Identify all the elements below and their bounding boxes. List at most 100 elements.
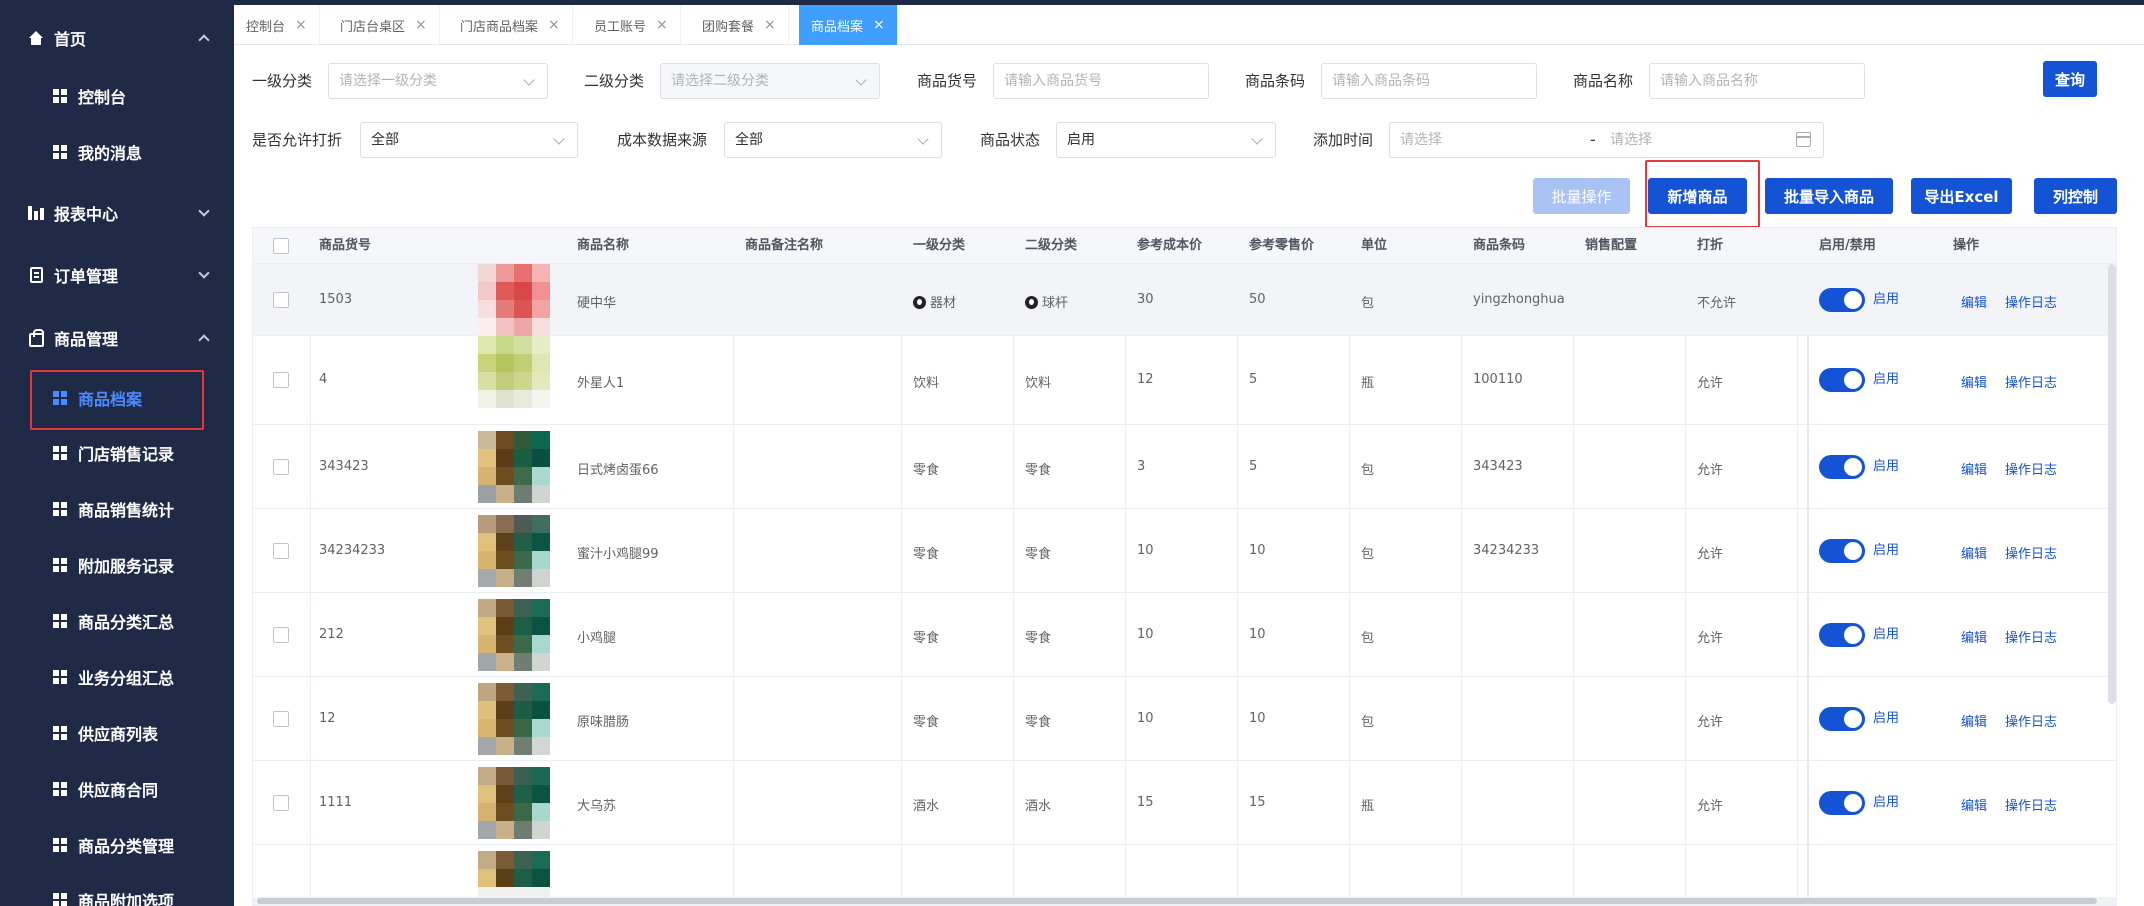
close-icon[interactable]: × (415, 17, 427, 33)
sidebar-item-supplier-contracts[interactable]: 供应商合同 (0, 769, 234, 809)
sidebar-item-group-summary[interactable]: 业务分组汇总 (0, 657, 234, 697)
add-time-start[interactable]: 请选择 (1400, 132, 1442, 148)
sidebar-item-category-management[interactable]: 商品分类管理 (0, 825, 234, 865)
tab-product-archive[interactable]: 商品档案 × (799, 5, 898, 45)
table-row[interactable]: 4 外星人1 饮料 饮料 12 5 瓶 100110 允许 启用 编辑 操作日志 (253, 336, 2116, 425)
row-checkbox[interactable] (273, 711, 289, 727)
enable-toggle[interactable] (1819, 455, 1865, 479)
sidebar-item-addon-options[interactable]: 商品附加选项 (0, 880, 234, 906)
export-excel-button[interactable]: 导出Excel (1911, 178, 2012, 214)
header-cat1[interactable]: 一级分类 (913, 228, 965, 264)
enable-toggle[interactable] (1819, 288, 1865, 312)
table-row[interactable]: 343423 日式烤卤蛋66 零食 零食 3 5 包 343423 允许 启用 … (253, 425, 2116, 509)
sidebar-item-category-summary[interactable]: 商品分类汇总 (0, 601, 234, 641)
sidebar-group-orders[interactable]: 订单管理 (0, 255, 234, 295)
category2-select[interactable]: 请选择二级分类 (660, 63, 880, 99)
header-barcode[interactable]: 商品条码 (1473, 228, 1525, 264)
row-checkbox[interactable] (273, 372, 289, 388)
sidebar-group-reports[interactable]: 报表中心 (0, 193, 234, 233)
tab-dashboard[interactable]: 控制台 × (234, 5, 320, 45)
enable-toggle[interactable] (1819, 539, 1865, 563)
edit-link[interactable]: 编辑 (1961, 372, 1987, 391)
discount-select[interactable]: 全部 (360, 122, 578, 158)
enable-toggle[interactable] (1819, 791, 1865, 815)
tab-group-packages[interactable]: 团购套餐 × (690, 5, 789, 45)
enable-toggle-label: 启用 (1873, 627, 1900, 642)
name-input[interactable]: 请输入商品名称 (1649, 63, 1865, 99)
sidebar-item-label: 商品档案 (78, 390, 143, 409)
header-discount[interactable]: 打折 (1697, 228, 1723, 264)
barcode-input[interactable]: 请输入商品条码 (1321, 63, 1537, 99)
select-all-checkbox[interactable] (273, 238, 289, 254)
edit-link[interactable]: 编辑 (1961, 292, 1987, 311)
status-select[interactable]: 启用 (1056, 122, 1276, 158)
add-time-end[interactable]: 请选择 (1610, 123, 1652, 157)
sidebar-item-dashboard[interactable]: 控制台 (0, 76, 234, 116)
cell-price: 10 (1249, 543, 1266, 558)
operation-log-link[interactable]: 操作日志 (2005, 292, 2057, 311)
edit-link[interactable]: 编辑 (1961, 543, 1987, 562)
batch-operation-button[interactable]: 批量操作 (1533, 178, 1630, 214)
header-price[interactable]: 参考零售价 (1249, 228, 1314, 264)
tab-store-product-archive[interactable]: 门店商品档案 × (448, 5, 573, 45)
edit-link[interactable]: 编辑 (1961, 795, 1987, 814)
row-checkbox[interactable] (273, 627, 289, 643)
tab-store-tables[interactable]: 门店台桌区 × (328, 5, 440, 45)
operation-log-link[interactable]: 操作日志 (2005, 795, 2057, 814)
close-icon[interactable]: × (764, 17, 776, 33)
query-button[interactable]: 查询 (2043, 61, 2097, 97)
category1-select[interactable]: 请选择一级分类 (328, 63, 548, 99)
sidebar-item-messages[interactable]: 我的消息 (0, 132, 234, 172)
row-checkbox[interactable] (273, 543, 289, 559)
sidebar-item-product-archive[interactable]: 商品档案 (0, 378, 234, 418)
close-icon[interactable]: × (295, 17, 307, 33)
close-icon[interactable]: × (656, 17, 668, 33)
add-time-range[interactable]: 请选择 - 请选择 (1389, 122, 1824, 158)
table-row[interactable]: 1503 硬中华 器材 球杆 30 50 包 yingzhonghua 不允许 … (253, 264, 2116, 336)
row-checkbox[interactable] (273, 459, 289, 475)
enable-toggle[interactable] (1819, 707, 1865, 731)
operation-log-link[interactable]: 操作日志 (2005, 543, 2057, 562)
close-icon[interactable]: × (548, 17, 560, 33)
header-remark[interactable]: 商品备注名称 (745, 228, 823, 264)
operation-log-link[interactable]: 操作日志 (2005, 711, 2057, 730)
sidebar-item-product-sales-stats[interactable]: 商品销售统计 (0, 489, 234, 529)
edit-link[interactable]: 编辑 (1961, 711, 1987, 730)
header-enabled[interactable]: 启用/禁用 (1819, 228, 1876, 264)
close-icon[interactable]: × (873, 17, 885, 33)
sidebar-item-store-sales[interactable]: 门店销售记录 (0, 433, 234, 473)
cost-source-select[interactable]: 全部 (724, 122, 942, 158)
code-input[interactable]: 请输入商品货号 (993, 63, 1209, 99)
edit-link[interactable]: 编辑 (1961, 627, 1987, 646)
row-checkbox[interactable] (273, 795, 289, 811)
cell-cost: 10 (1137, 711, 1154, 726)
enable-toggle[interactable] (1819, 368, 1865, 392)
header-unit[interactable]: 单位 (1361, 228, 1387, 264)
enable-toggle[interactable] (1819, 623, 1865, 647)
add-product-button[interactable]: 新增商品 (1648, 178, 1747, 214)
batch-import-button[interactable]: 批量导入商品 (1765, 178, 1893, 214)
sidebar-group-products[interactable]: 商品管理 (0, 318, 234, 358)
tab-staff-accounts[interactable]: 员工账号 × (582, 5, 681, 45)
row-checkbox[interactable] (273, 292, 289, 308)
sidebar-item-suppliers[interactable]: 供应商列表 (0, 713, 234, 753)
operation-log-link[interactable]: 操作日志 (2005, 372, 2057, 391)
header-name[interactable]: 商品名称 (577, 228, 629, 264)
header-code[interactable]: 商品货号 (319, 228, 371, 264)
header-cat2[interactable]: 二级分类 (1025, 228, 1077, 264)
column-control-button[interactable]: 列控制 (2034, 178, 2117, 214)
sidebar-group-home[interactable]: 首页 (0, 18, 234, 58)
table-row[interactable]: 212 小鸡腿 零食 零食 10 10 包 允许 启用 编辑 操作日志 (253, 593, 2116, 677)
table-row[interactable]: 34234233 蜜汁小鸡腿99 零食 零食 10 10 包 34234233 … (253, 509, 2116, 593)
operation-log-link[interactable]: 操作日志 (2005, 459, 2057, 478)
horizontal-scrollbar[interactable] (253, 897, 2116, 905)
table-row[interactable]: 1111 大乌苏 酒水 酒水 15 15 瓶 允许 启用 编辑 操作日志 (253, 761, 2116, 845)
sidebar-item-addon-service-records[interactable]: 附加服务记录 (0, 545, 234, 585)
operation-log-link[interactable]: 操作日志 (2005, 627, 2057, 646)
sidebar-item-label: 业务分组汇总 (78, 669, 175, 688)
header-sales-config[interactable]: 销售配置 (1585, 228, 1637, 264)
header-cost[interactable]: 参考成本价 (1137, 228, 1202, 264)
edit-link[interactable]: 编辑 (1961, 459, 1987, 478)
table-row[interactable]: 12 原味腊肠 零食 零食 10 10 包 允许 启用 编辑 操作日志 (253, 677, 2116, 761)
vertical-scrollbar[interactable] (2108, 264, 2116, 704)
